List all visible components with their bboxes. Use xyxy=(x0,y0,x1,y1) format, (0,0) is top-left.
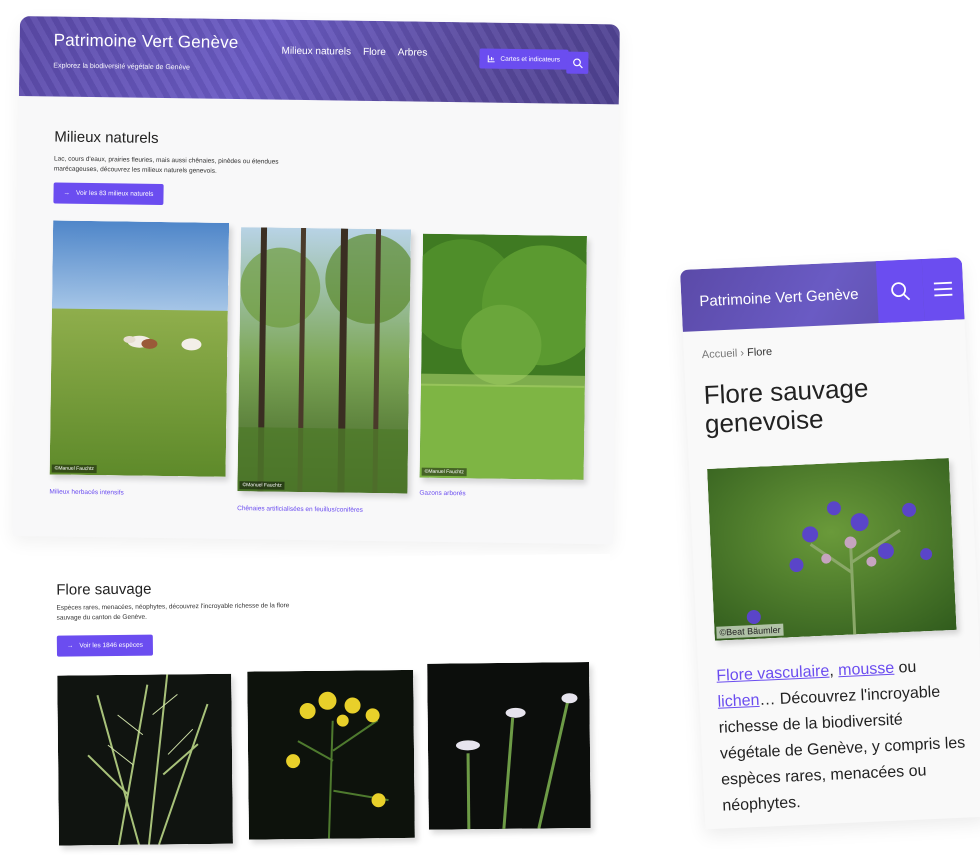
milieux-text: Lac, cours d'eaux, prairies fleuries, ma… xyxy=(53,155,279,175)
desktop-flore-section: Flore sauvage Espèces rares, menacées, n… xyxy=(20,553,614,864)
main-nav: Milieux naturels Flore Arbres xyxy=(281,46,427,59)
photo-white-flower[interactable] xyxy=(427,662,591,830)
search-icon xyxy=(572,57,583,68)
brand-subtitle: Explorez la biodiversité végétale de Gen… xyxy=(53,62,190,72)
caption-gazons[interactable]: Gazons arborés xyxy=(419,490,465,498)
nav-item-arbres[interactable]: Arbres xyxy=(398,47,428,58)
photo-credit: ©Manuel Fauchtz xyxy=(421,467,467,477)
caption-chenaies[interactable]: Chênaies artificialisées en feuillus/con… xyxy=(237,505,363,514)
photo-gazons[interactable]: ©Manuel Fauchtz xyxy=(419,233,587,480)
purple-flower-image xyxy=(707,457,957,641)
mobile-search-button[interactable] xyxy=(875,259,925,324)
search-button[interactable] xyxy=(566,51,589,74)
flore-cta-label: Voir les 1846 espèces xyxy=(79,641,144,650)
photo-credit: ©Manuel Fauchtz xyxy=(51,464,98,474)
flore-text: Espèces rares, menacées, néophytes, déco… xyxy=(56,602,290,622)
link-mousse[interactable]: mousse xyxy=(838,660,895,680)
flore-cta-button[interactable]: → Voir les 1846 espèces xyxy=(56,634,154,657)
brand[interactable]: Patrimoine Vert Genève Explorez la biodi… xyxy=(53,30,238,72)
yellow-flower-image xyxy=(247,669,415,840)
caption-milieux-herbaces[interactable]: Milieux herbacés intensifs xyxy=(49,488,124,496)
nav-item-flore[interactable]: Flore xyxy=(363,47,386,58)
text-separator: ou xyxy=(893,658,917,677)
mobile-header: Patrimoine Vert Genève xyxy=(680,257,965,332)
milieux-title: Milieux naturels xyxy=(54,128,159,147)
hamburger-icon xyxy=(933,281,953,297)
forest-image xyxy=(237,227,412,494)
mobile-hero-photo[interactable]: ©Beat Bäumler xyxy=(707,457,957,641)
link-flore-vasculaire[interactable]: Flore vasculaire xyxy=(716,663,830,685)
intro-text: Flore vasculaire, mousse ou lichen… Déco… xyxy=(716,653,971,820)
breadcrumb-separator: › xyxy=(740,347,745,360)
maps-button[interactable]: Cartes et indicateurs xyxy=(479,48,569,70)
page-title: Flore sauvage genevoise xyxy=(703,372,869,439)
park-image xyxy=(419,233,587,480)
grass-image xyxy=(57,673,233,846)
maps-button-label: Cartes et indicateurs xyxy=(500,55,561,64)
photo-milieux-herbaces[interactable]: ©Manuel Fauchtz xyxy=(49,220,230,477)
arrow-right-icon: → xyxy=(66,642,74,650)
photo-yellow-flower[interactable] xyxy=(247,669,415,840)
arrow-right-icon: → xyxy=(63,189,71,197)
desktop-page: Patrimoine Vert Genève Explorez la biodi… xyxy=(12,16,620,545)
milieux-cta-label: Voir les 83 milieux naturels xyxy=(75,189,154,198)
brand-title[interactable]: Patrimoine Vert Genève xyxy=(54,30,239,53)
photo-credit: ©Manuel Fauchtz xyxy=(239,481,285,490)
search-icon xyxy=(891,282,911,301)
mobile-brand-title[interactable]: Patrimoine Vert Genève xyxy=(699,286,859,310)
breadcrumb-home[interactable]: Accueil xyxy=(702,347,738,361)
photo-chenaies[interactable]: ©Manuel Fauchtz xyxy=(237,227,412,494)
chart-icon xyxy=(487,55,495,63)
mobile-page: Patrimoine Vert Genève Accueil › Flore F… xyxy=(680,257,980,830)
link-lichen[interactable]: lichen xyxy=(717,692,760,711)
nav-item-milieux[interactable]: Milieux naturels xyxy=(281,46,351,58)
photo-grass-species[interactable] xyxy=(57,673,233,846)
pasture-image xyxy=(49,220,230,477)
flore-title: Flore sauvage xyxy=(56,580,152,599)
white-flower-image xyxy=(427,662,591,830)
mobile-menu-button[interactable] xyxy=(921,257,965,321)
breadcrumb: Accueil › Flore xyxy=(702,346,773,361)
desktop-header: Patrimoine Vert Genève Explorez la biodi… xyxy=(18,16,620,105)
milieux-cta-button[interactable]: → Voir les 83 milieux naturels xyxy=(53,182,164,206)
breadcrumb-current: Flore xyxy=(746,345,773,360)
